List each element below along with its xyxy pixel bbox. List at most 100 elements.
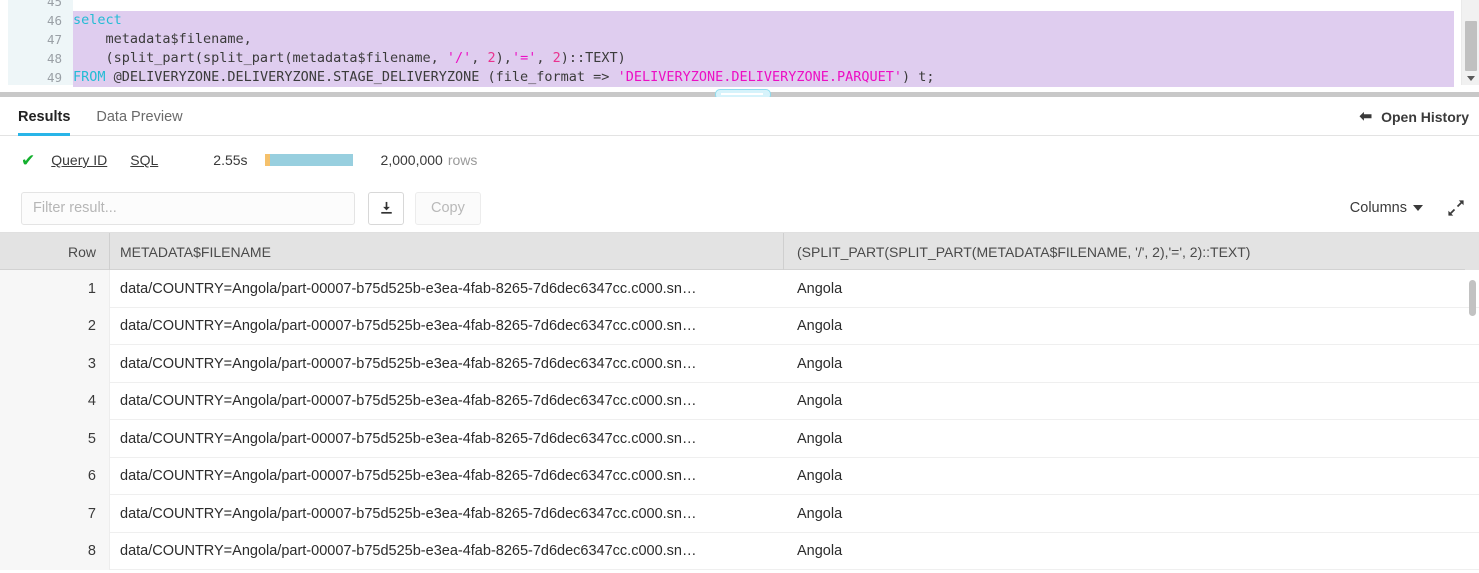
editor-line-number: 49 bbox=[46, 70, 62, 85]
results-toolbar-right: Columns bbox=[1350, 199, 1465, 217]
cell-country[interactable]: Angola bbox=[784, 270, 1479, 308]
chevron-down-icon[interactable] bbox=[1467, 76, 1475, 81]
cell-country[interactable]: Angola bbox=[784, 533, 1479, 571]
tab-results[interactable]: Results bbox=[18, 97, 71, 136]
editor-line-number: 46 bbox=[46, 13, 62, 28]
column-header-metadata-filename[interactable]: METADATA$FILENAME bbox=[110, 233, 784, 270]
query-status-bar: ✔ Query ID SQL 2.55s 2,000,000 rows bbox=[0, 136, 1479, 184]
code-token: (split_part(split_part(metadata$filename… bbox=[73, 50, 447, 66]
cell-metadata-filename[interactable]: data/COUNTRY=Angola/part-00007-b75d525b-… bbox=[110, 533, 784, 571]
copy-button[interactable]: Copy bbox=[415, 191, 481, 225]
expand-results-button[interactable] bbox=[1447, 199, 1465, 217]
cell-country[interactable]: Angola bbox=[784, 345, 1479, 383]
download-icon bbox=[380, 201, 392, 214]
tab-results-label: Results bbox=[18, 108, 71, 125]
code-token: FROM bbox=[73, 69, 106, 85]
table-row[interactable]: 7 data/COUNTRY=Angola/part-00007-b75d525b… bbox=[0, 495, 1479, 533]
editor-code-line[interactable]: select bbox=[73, 11, 1454, 30]
column-header-row[interactable]: Row bbox=[0, 233, 110, 270]
results-tabs: Results Data Preview bbox=[18, 97, 183, 136]
results-table-body: 1 data/COUNTRY=Angola/part-00007-b75d525b… bbox=[0, 270, 1479, 570]
expand-diagonal-icon bbox=[1448, 200, 1464, 216]
sql-editor[interactable]: 45 46 47 48 49 select metadata$filename, (sp… bbox=[0, 0, 1479, 93]
cell-row-number: 7 bbox=[0, 495, 110, 533]
cell-row-number: 2 bbox=[0, 307, 110, 345]
results-table-header: Row METADATA$FILENAME (SPLIT_PART(SPLIT_… bbox=[0, 233, 1479, 270]
editor-vertical-scrollbar[interactable] bbox=[1461, 0, 1479, 85]
results-table: Row METADATA$FILENAME (SPLIT_PART(SPLIT_… bbox=[0, 232, 1479, 573]
result-rows-label: rows bbox=[447, 152, 478, 168]
code-token: '=' bbox=[511, 50, 537, 66]
cell-metadata-filename[interactable]: data/COUNTRY=Angola/part-00007-b75d525b-… bbox=[110, 458, 784, 496]
cell-metadata-filename[interactable]: data/COUNTRY=Angola/part-00007-b75d525b-… bbox=[110, 495, 784, 533]
cell-metadata-filename[interactable]: data/COUNTRY=Angola/part-00007-b75d525b-… bbox=[110, 345, 784, 383]
results-tabs-bar: Results Data Preview ⬅ Open History bbox=[0, 97, 1479, 136]
result-row-count: 2,000,000 bbox=[380, 152, 443, 168]
query-progress-bar bbox=[264, 154, 353, 166]
results-scrollbar-thumb[interactable] bbox=[1469, 280, 1476, 316]
table-row[interactable]: 1 data/COUNTRY=Angola/part-00007-b75d525b… bbox=[0, 270, 1479, 308]
columns-dropdown-label: Columns bbox=[1349, 200, 1407, 216]
editor-code-area[interactable]: select metadata$filename, (split_part(sp… bbox=[73, 0, 1454, 87]
code-token: 2 bbox=[552, 50, 561, 66]
progress-segment-executed bbox=[269, 154, 353, 166]
columns-dropdown[interactable]: Columns bbox=[1350, 200, 1423, 216]
code-token: metadata$filename, bbox=[73, 31, 252, 47]
arrow-left-icon: ⬅ bbox=[1359, 108, 1373, 125]
download-button[interactable] bbox=[368, 191, 404, 225]
cell-country[interactable]: Angola bbox=[784, 420, 1479, 458]
table-row[interactable]: 8 data/COUNTRY=Angola/part-00007-b75d525b… bbox=[0, 532, 1479, 571]
tab-data-preview-label: Data Preview bbox=[96, 108, 183, 125]
filter-result-input[interactable] bbox=[21, 191, 355, 225]
tab-data-preview[interactable]: Data Preview bbox=[96, 97, 182, 136]
column-header-split-part-expression[interactable]: (SPLIT_PART(SPLIT_PART(METADATA$FILENAME… bbox=[784, 233, 1479, 270]
editor-left-rail bbox=[0, 0, 8, 93]
header-scrollbar-cap bbox=[1465, 233, 1479, 270]
copy-button-label: Copy bbox=[431, 200, 465, 216]
table-row[interactable]: 6 data/COUNTRY=Angola/part-00007-b75d525b… bbox=[0, 457, 1479, 496]
editor-code-line[interactable]: metadata$filename, bbox=[73, 30, 1454, 49]
cell-country[interactable]: Angola bbox=[784, 495, 1479, 533]
code-token: '/' bbox=[446, 50, 472, 66]
code-token: @DELIVERYZONE.DELIVERYZONE.STAGE_DELIVER… bbox=[105, 69, 618, 85]
code-token: 'DELIVERYZONE.DELIVERYZONE.PARQUET' bbox=[617, 69, 903, 85]
cell-row-number: 8 bbox=[0, 532, 110, 570]
editor-code-line[interactable]: (split_part(split_part(metadata$filename… bbox=[73, 49, 1454, 68]
editor-scrollbar-thumb[interactable] bbox=[1465, 21, 1477, 71]
cell-metadata-filename[interactable]: data/COUNTRY=Angola/part-00007-b75d525b-… bbox=[110, 270, 784, 308]
open-history-button[interactable]: ⬅ Open History bbox=[1360, 97, 1469, 136]
table-row[interactable]: 4 data/COUNTRY=Angola/part-00007-b75d525b… bbox=[0, 382, 1479, 421]
cell-metadata-filename[interactable]: data/COUNTRY=Angola/part-00007-b75d525b-… bbox=[110, 383, 784, 421]
chevron-down-icon bbox=[1413, 205, 1423, 211]
code-token: select bbox=[73, 12, 122, 28]
cell-row-number: 6 bbox=[0, 457, 110, 495]
cell-row-number: 1 bbox=[0, 270, 110, 308]
table-row[interactable]: 5 data/COUNTRY=Angola/part-00007-b75d525b… bbox=[0, 420, 1479, 458]
query-id-link[interactable]: Query ID bbox=[51, 152, 107, 168]
editor-line-number-gutter: 45 46 47 48 49 bbox=[8, 0, 73, 85]
code-token: 2 bbox=[487, 50, 496, 66]
table-row[interactable]: 3 data/COUNTRY=Angola/part-00007-b75d525b… bbox=[0, 345, 1479, 383]
cell-country[interactable]: Angola bbox=[784, 458, 1479, 496]
cell-row-number: 3 bbox=[0, 345, 110, 383]
editor-line-number: 47 bbox=[46, 32, 62, 47]
cell-metadata-filename[interactable]: data/COUNTRY=Angola/part-00007-b75d525b-… bbox=[110, 308, 784, 346]
cell-country[interactable]: Angola bbox=[784, 383, 1479, 421]
editor-code-line[interactable]: FROM @DELIVERYZONE.DELIVERYZONE.STAGE_DE… bbox=[73, 68, 1454, 87]
results-toolbar: Copy Columns bbox=[0, 184, 1479, 232]
editor-line-number: 48 bbox=[46, 51, 62, 66]
sql-link[interactable]: SQL bbox=[130, 152, 158, 168]
worksheet-results-pane: 45 46 47 48 49 select metadata$filename, (sp… bbox=[0, 0, 1479, 573]
editor-code-line[interactable] bbox=[73, 0, 1454, 11]
cell-row-number: 5 bbox=[0, 420, 110, 458]
code-token: ) t; bbox=[902, 69, 935, 85]
table-row[interactable]: 2 data/COUNTRY=Angola/part-00007-b75d525b… bbox=[0, 307, 1479, 346]
code-token: , bbox=[471, 50, 488, 66]
code-token: )::TEXT) bbox=[560, 50, 626, 66]
editor-line-number: 45 bbox=[46, 0, 62, 9]
open-history-label: Open History bbox=[1381, 108, 1469, 125]
results-vertical-scrollbar[interactable] bbox=[1465, 270, 1479, 573]
cell-country[interactable]: Angola bbox=[784, 308, 1479, 346]
cell-metadata-filename[interactable]: data/COUNTRY=Angola/part-00007-b75d525b-… bbox=[110, 420, 784, 458]
query-duration: 2.55s bbox=[213, 152, 248, 168]
